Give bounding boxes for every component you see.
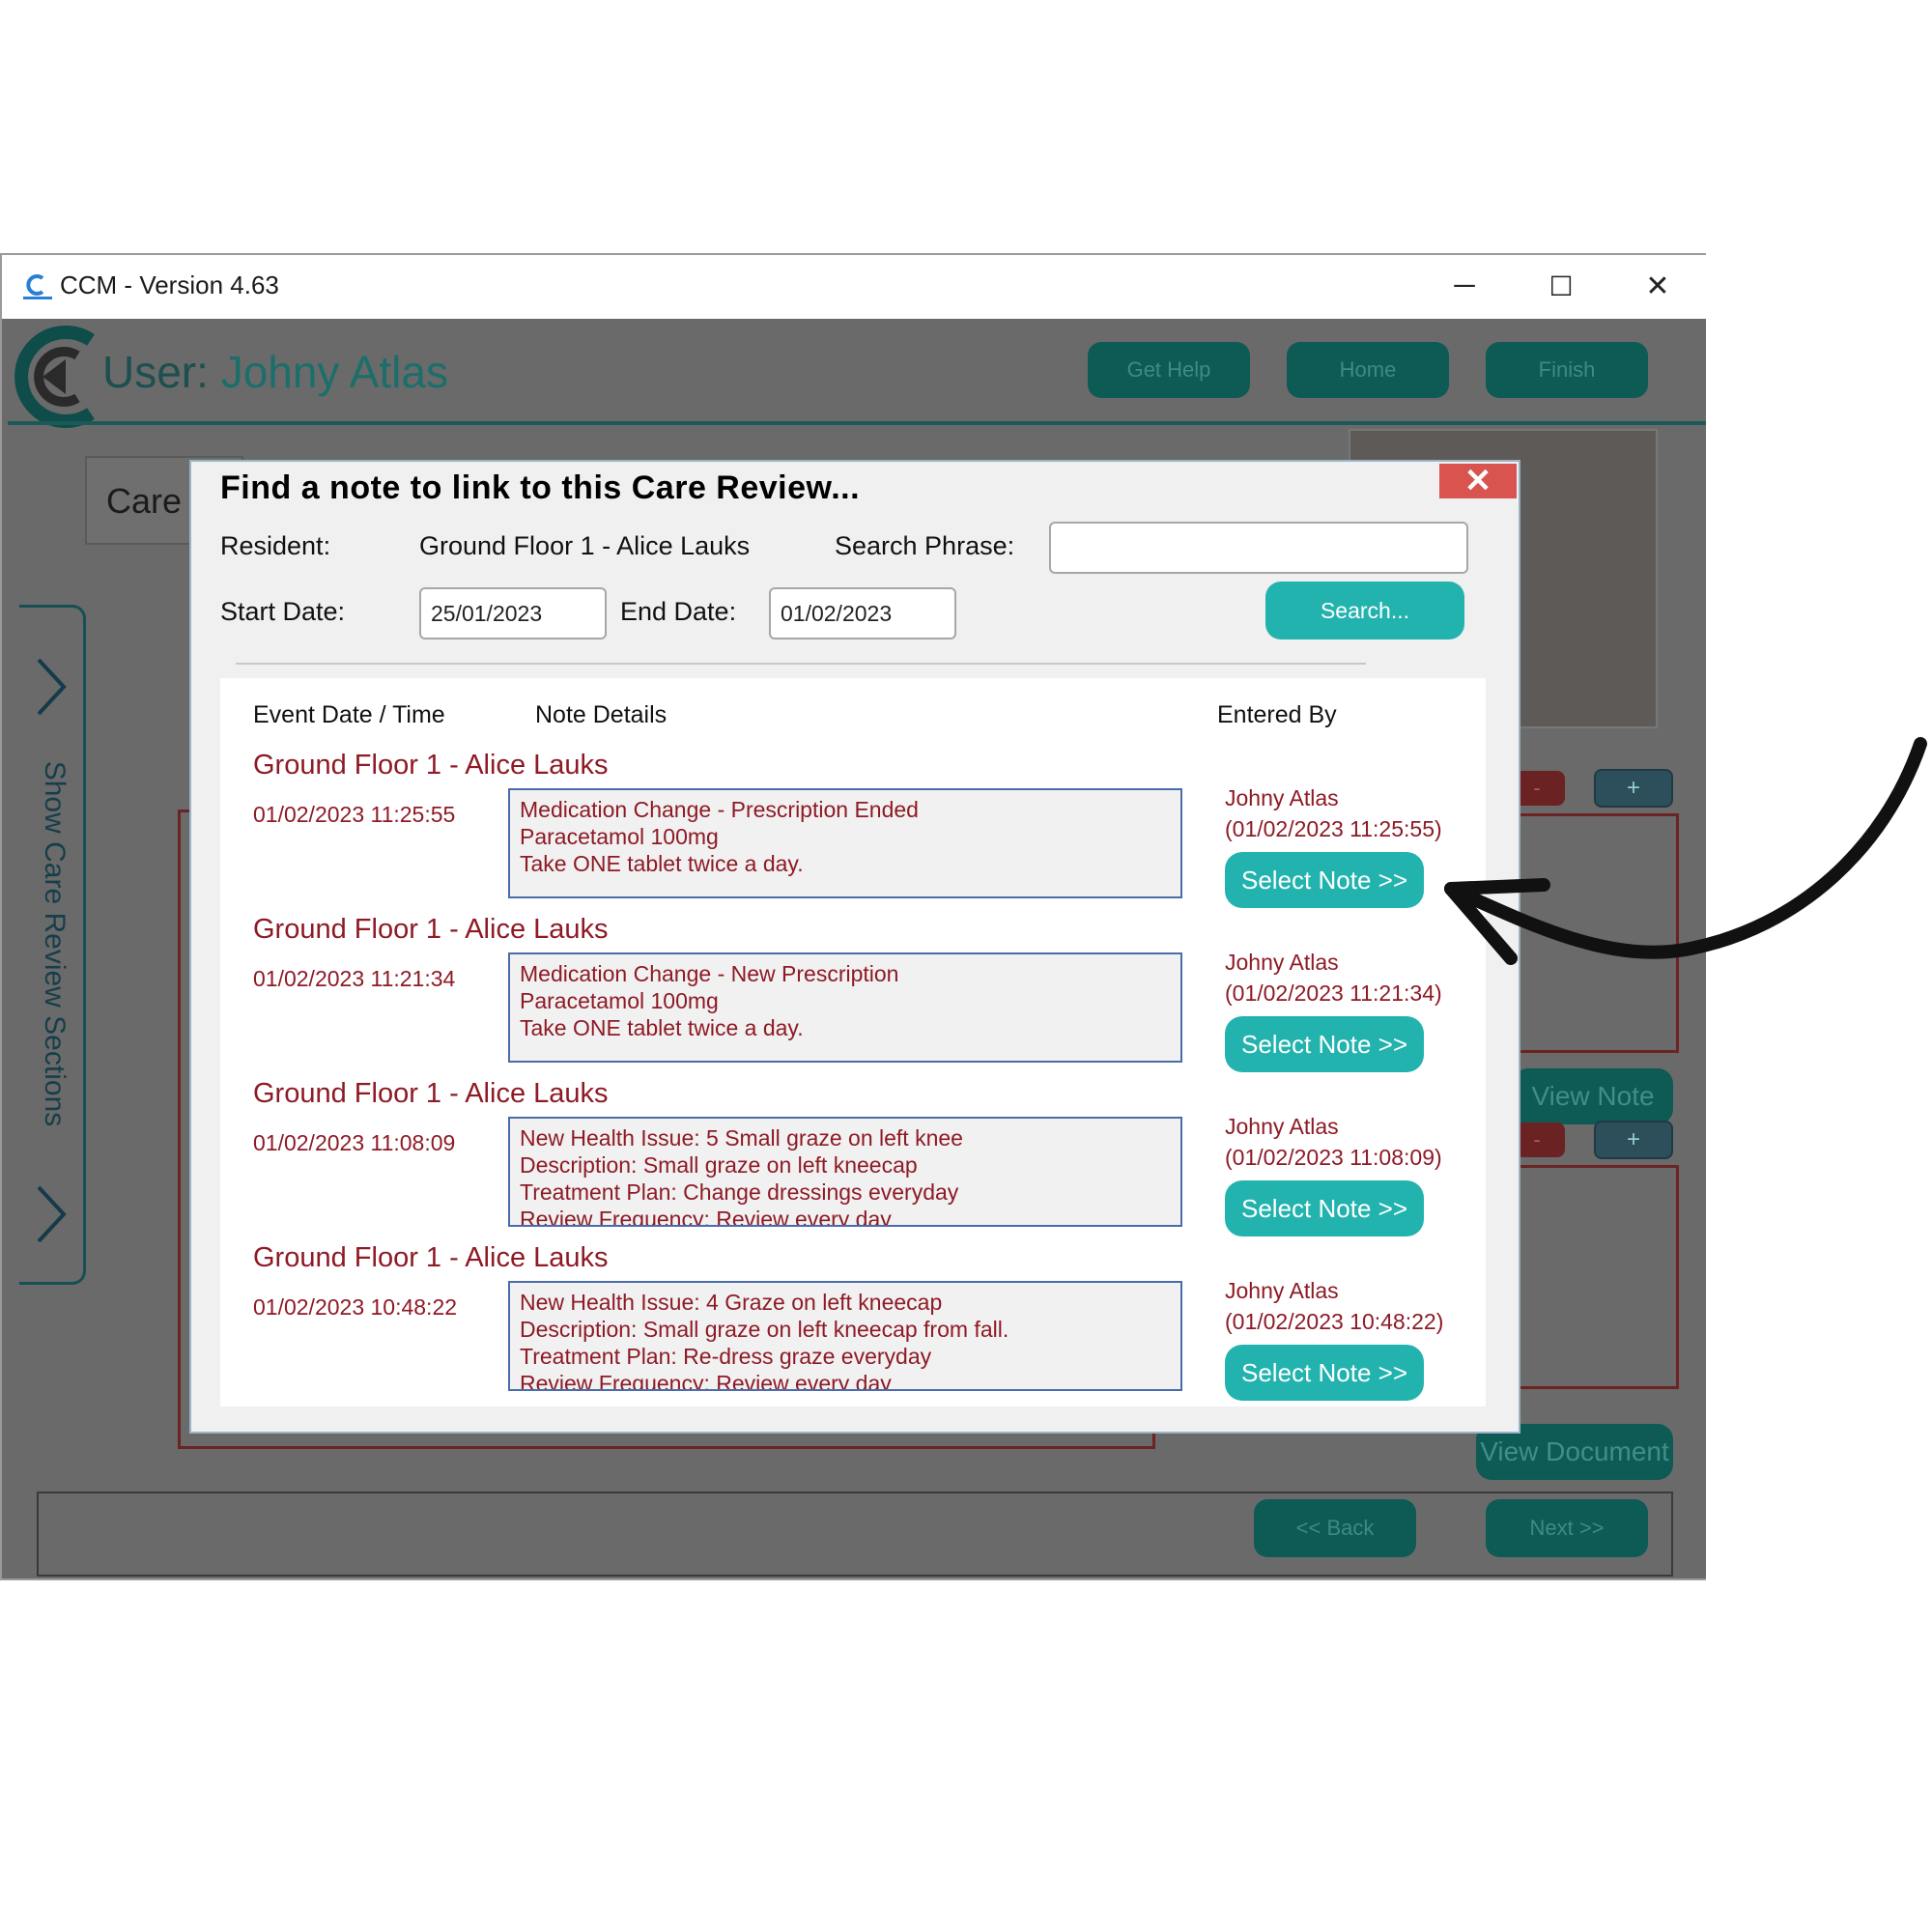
note-line: Medication Change - Prescription Ended (520, 797, 919, 822)
note-line: Take ONE tablet twice a day. (520, 1015, 804, 1040)
window-title: CCM - Version 4.63 (60, 270, 279, 299)
finish-button[interactable]: Finish (1486, 342, 1648, 398)
note-line: New Health Issue: 5 Small graze on left … (520, 1125, 963, 1151)
note-event-time: 01/02/2023 11:08:09 (253, 1130, 456, 1155)
note-details-box[interactable]: New Health Issue: 4 Graze on left kneeca… (508, 1281, 1182, 1391)
note-entered-by: Johny Atlas (01/02/2023 11:08:09) (1225, 1111, 1442, 1173)
note-line: Take ONE tablet twice a day. (520, 851, 804, 876)
col-entered-by: Entered By (1217, 701, 1337, 728)
find-note-dialog: Find a note to link to this Care Review.… (189, 460, 1520, 1434)
note-resident: Ground Floor 1 - Alice Lauks (253, 1078, 609, 1109)
col-event-time: Event Date / Time (253, 701, 445, 728)
note-entered-by: Johny Atlas (01/02/2023 11:25:55) (1225, 782, 1442, 844)
end-date-input[interactable] (769, 587, 956, 639)
note-entered-by: Johny Atlas (01/02/2023 11:21:34) (1225, 947, 1442, 1009)
right-list-frame-2 (1509, 1165, 1679, 1389)
note-line: Description: Small graze on left kneecap (520, 1152, 918, 1178)
note-row: Ground Floor 1 - Alice Lauks 01/02/2023 … (220, 906, 1486, 1072)
search-phrase-input[interactable] (1049, 522, 1468, 574)
note-details-box[interactable]: Medication Change - Prescription Ended P… (508, 788, 1182, 898)
maximize-button[interactable]: ☐ (1515, 255, 1607, 317)
title-bar: CCM - Version 4.63 ─ ☐ ✕ (2, 255, 1706, 317)
user-prefix: User: (102, 347, 221, 397)
resident-value: Ground Floor 1 - Alice Lauks (419, 531, 751, 560)
note-line: Medication Change - New Prescription (520, 961, 899, 986)
side-panel-label: Show Care Review Sections (39, 760, 71, 1127)
note-row: Ground Floor 1 - Alice Lauks 01/02/2023 … (220, 1070, 1486, 1236)
entered-by-name: Johny Atlas (1225, 785, 1339, 810)
note-line: Review Frequency: Review every day (520, 1207, 892, 1227)
app-logo-icon (23, 274, 52, 299)
select-note-button[interactable]: Select Note >> (1225, 1180, 1424, 1236)
note-event-time: 01/02/2023 11:21:34 (253, 966, 456, 991)
note-line: Description: Small graze on left kneecap… (520, 1317, 1009, 1342)
note-line: Paracetamol 100mg (520, 988, 719, 1013)
end-date-label: End Date: (620, 597, 737, 626)
note-line: Treatment Plan: Change dressings everyda… (520, 1179, 959, 1205)
start-date-label: Start Date: (220, 597, 346, 626)
search-button[interactable]: Search... (1265, 582, 1464, 639)
care-label: Care (106, 481, 183, 521)
note-details-box[interactable]: Medication Change - New Prescription Par… (508, 952, 1182, 1063)
close-icon[interactable]: ✕ (1439, 464, 1517, 498)
start-date-input[interactable] (419, 587, 607, 639)
dialog-title: Find a note to link to this Care Review.… (220, 469, 861, 506)
get-help-button[interactable]: Get Help (1088, 342, 1250, 398)
user-name: Johny Atlas (220, 347, 448, 397)
resident-label: Resident: (220, 531, 331, 560)
note-event-time: 01/02/2023 11:25:55 (253, 802, 456, 827)
note-row: Ground Floor 1 - Alice Lauks 01/02/2023 … (220, 742, 1486, 908)
close-window-button[interactable]: ✕ (1611, 255, 1704, 317)
note-entered-by: Johny Atlas (01/02/2023 10:48:22) (1225, 1275, 1443, 1337)
entered-by-time: (01/02/2023 10:48:22) (1225, 1309, 1444, 1334)
note-resident: Ground Floor 1 - Alice Lauks (253, 1242, 609, 1273)
select-note-button[interactable]: Select Note >> (1225, 852, 1424, 908)
user-label: User: Johny Atlas (102, 346, 448, 398)
select-note-button[interactable]: Select Note >> (1225, 1345, 1424, 1401)
add-item-button-2[interactable]: + (1594, 1121, 1673, 1159)
note-event-time: 01/02/2023 10:48:22 (253, 1294, 458, 1320)
header-separator (236, 663, 1366, 665)
note-resident: Ground Floor 1 - Alice Lauks (253, 914, 609, 945)
note-line: Paracetamol 100mg (520, 824, 719, 849)
entered-by-time: (01/02/2023 11:08:09) (1225, 1145, 1442, 1170)
search-phrase-label: Search Phrase: (835, 531, 1015, 560)
entered-by-time: (01/02/2023 11:25:55) (1225, 816, 1442, 841)
back-button[interactable]: << Back (1254, 1499, 1416, 1557)
entered-by-name: Johny Atlas (1225, 1114, 1339, 1139)
note-line: New Health Issue: 4 Graze on left kneeca… (520, 1290, 943, 1315)
curved-arrow-icon (1444, 737, 1927, 965)
select-note-button[interactable]: Select Note >> (1225, 1016, 1424, 1072)
minimize-button[interactable]: ─ (1418, 255, 1511, 317)
note-line: Treatment Plan: Re-dress graze everyday (520, 1344, 932, 1369)
entered-by-name: Johny Atlas (1225, 950, 1339, 975)
entered-by-time: (01/02/2023 11:21:34) (1225, 980, 1442, 1006)
note-resident: Ground Floor 1 - Alice Lauks (253, 750, 609, 781)
col-note-details: Note Details (535, 701, 668, 728)
note-line: Review Frequency: Review every day (520, 1371, 892, 1391)
entered-by-name: Johny Atlas (1225, 1278, 1339, 1303)
home-button[interactable]: Home (1287, 342, 1449, 398)
note-results-list: Event Date / Time Note Details Entered B… (220, 678, 1486, 1406)
bottom-bar (37, 1492, 1673, 1577)
note-row: Ground Floor 1 - Alice Lauks 01/02/2023 … (220, 1235, 1486, 1406)
view-note-button[interactable]: View Note (1513, 1068, 1673, 1124)
header-divider (8, 421, 1706, 425)
next-button[interactable]: Next >> (1486, 1499, 1648, 1557)
app-logo (14, 326, 95, 428)
note-details-box[interactable]: New Health Issue: 5 Small graze on left … (508, 1117, 1182, 1227)
